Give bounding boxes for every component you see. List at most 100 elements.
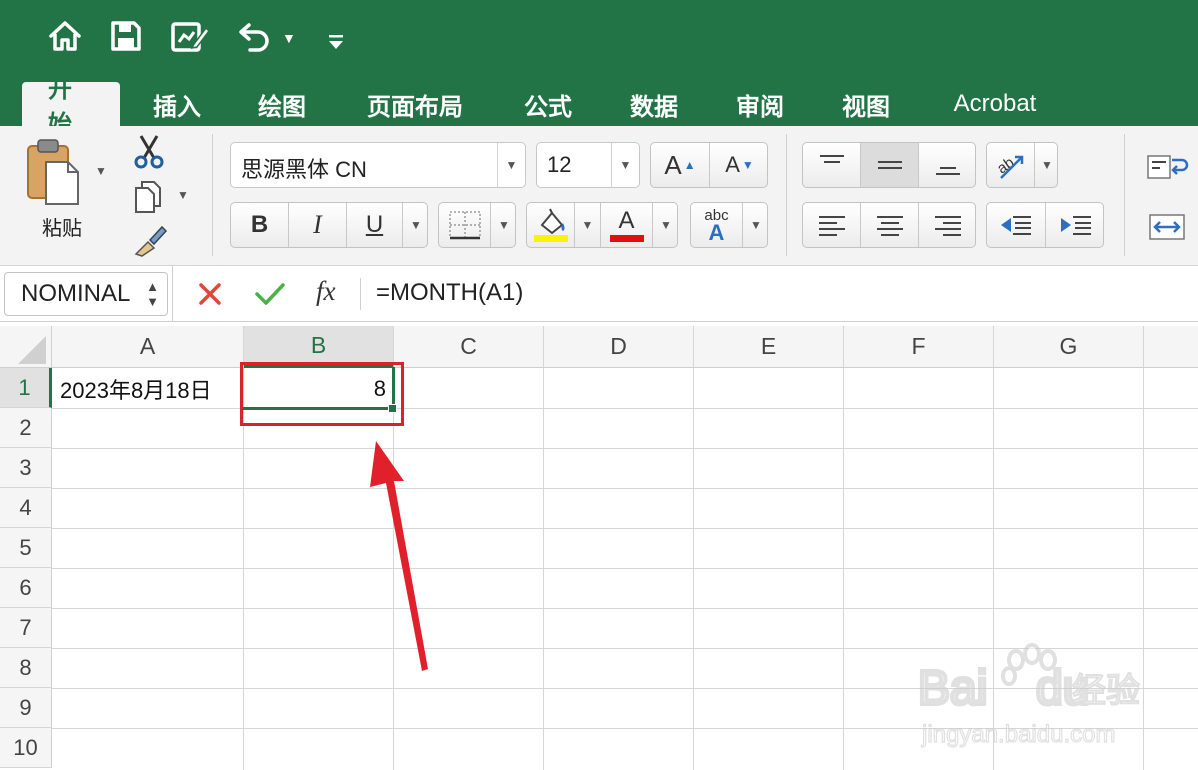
tab-insert[interactable]: 插入 <box>127 82 227 126</box>
font-size-dropdown-icon[interactable]: ▼ <box>611 143 639 187</box>
row-header-2[interactable]: 2 <box>0 408 52 448</box>
column-header-a[interactable]: A <box>52 326 244 368</box>
home-icon[interactable] <box>48 20 88 60</box>
column-header-b[interactable]: B <box>244 326 394 368</box>
fill-color-dropdown-icon[interactable]: ▼ <box>575 203 601 247</box>
format-painter-icon[interactable] <box>132 224 168 258</box>
align-middle-button[interactable] <box>861 143 919 187</box>
grid-line <box>52 488 1198 489</box>
font-name-dropdown-icon[interactable]: ▼ <box>497 143 525 187</box>
horizontal-align-group <box>802 202 976 248</box>
align-top-button[interactable] <box>803 143 861 187</box>
column-header-g[interactable]: G <box>994 326 1144 368</box>
align-middle-icon <box>877 161 902 169</box>
bold-button[interactable]: B <box>231 203 289 247</box>
column-header-e[interactable]: E <box>694 326 844 368</box>
name-box-value: NOMINAL <box>21 280 131 307</box>
borders-button[interactable] <box>439 203 491 247</box>
font-size-adjust-group: A ▲ A ▼ <box>650 142 768 188</box>
copy-dropdown-icon[interactable]: ▼ <box>177 188 189 202</box>
align-left-button[interactable] <box>803 203 861 247</box>
font-color-dropdown-icon[interactable]: ▼ <box>653 203 679 247</box>
column-header-d[interactable]: D <box>544 326 694 368</box>
increase-font-size-button[interactable]: A ▲ <box>651 143 710 187</box>
tab-draw[interactable]: 绘图 <box>232 82 332 126</box>
indent-group <box>986 202 1104 248</box>
row-header-3[interactable]: 3 <box>0 448 52 488</box>
decrease-indent-icon <box>1001 216 1031 235</box>
name-box[interactable]: NOMINAL ▲ ▼ <box>4 272 168 316</box>
orientation-button[interactable]: ab <box>987 143 1035 187</box>
row-header-label: 10 <box>13 734 38 760</box>
underline-dropdown-icon[interactable]: ▼ <box>403 203 429 247</box>
decrease-indent-button[interactable] <box>987 203 1046 247</box>
svg-text:jingyan.baidu.com: jingyan.baidu.com <box>921 721 1115 748</box>
underline-glyph: U <box>365 211 384 238</box>
vertical-align-group <box>802 142 976 188</box>
row-header-label: 2 <box>19 414 32 440</box>
paste-dropdown-icon[interactable]: ▼ <box>95 164 107 178</box>
row-header-9[interactable]: 9 <box>0 688 52 728</box>
copy-icon[interactable] <box>134 180 164 214</box>
undo-dropdown-icon[interactable]: ▼ <box>282 30 296 46</box>
save-icon[interactable] <box>110 20 150 60</box>
edit-document-icon[interactable] <box>170 20 214 60</box>
column-header-c[interactable]: C <box>394 326 544 368</box>
row-header-1[interactable]: 1 <box>0 368 52 408</box>
borders-dropdown-icon[interactable]: ▼ <box>491 203 517 247</box>
row-header-5[interactable]: 5 <box>0 528 52 568</box>
select-all-corner[interactable] <box>0 326 52 368</box>
cell-a1[interactable]: 2023年8月18日 <box>60 369 242 409</box>
shrink-font-glyph: A <box>725 152 740 177</box>
color-group: ▼ A ▼ <box>526 202 678 248</box>
row-header-6[interactable]: 6 <box>0 568 52 608</box>
insert-function-button[interactable]: fx <box>316 276 336 307</box>
increase-indent-button[interactable] <box>1046 203 1105 247</box>
paste-icon[interactable] <box>24 138 84 210</box>
column-header-f[interactable]: F <box>844 326 994 368</box>
font-size-select[interactable]: 12 ▼ <box>536 142 640 188</box>
wrap-text-button[interactable]: abc A <box>691 203 743 247</box>
align-center-button[interactable] <box>861 203 919 247</box>
column-header-h[interactable] <box>1144 326 1198 368</box>
tab-review[interactable]: 审阅 <box>710 82 810 126</box>
tab-data[interactable]: 数据 <box>604 82 704 126</box>
decrease-font-size-button[interactable]: A ▼ <box>710 143 769 187</box>
cell-b1[interactable]: 8 <box>246 369 386 409</box>
wrap-text-icon[interactable] <box>1146 152 1190 182</box>
tab-formulas[interactable]: 公式 <box>498 82 598 126</box>
tab-acrobat[interactable]: Acrobat <box>922 82 1068 126</box>
cut-icon[interactable] <box>132 134 166 170</box>
italic-button[interactable]: I <box>289 203 347 247</box>
undo-icon[interactable] <box>236 20 276 60</box>
grid-line <box>52 448 1198 449</box>
align-bottom-button[interactable] <box>919 143 977 187</box>
row-header-4[interactable]: 4 <box>0 488 52 528</box>
tab-insert-label: 插入 <box>153 93 201 121</box>
font-color-button[interactable]: A <box>601 203 653 247</box>
tab-home[interactable]: 开始 <box>22 76 120 138</box>
fill-color-button[interactable] <box>527 203 575 247</box>
ribbon-divider <box>1124 134 1125 256</box>
ribbon: ▼ 粘贴 ▼ 思源黑体 CN ▼ 12 ▼ A ▲ A ▼ B I U ▼ ▼ … <box>0 126 1198 266</box>
align-right-button[interactable] <box>919 203 977 247</box>
tab-acrobat-label: Acrobat <box>953 90 1037 117</box>
column-header-label: B <box>310 332 327 358</box>
grid-line <box>52 568 1198 569</box>
formula-input[interactable]: =MONTH(A1) <box>376 279 523 307</box>
row-header-7[interactable]: 7 <box>0 608 52 648</box>
wrap-text-dropdown-icon[interactable]: ▼ <box>743 203 769 247</box>
confirm-entry-icon[interactable] <box>252 278 288 310</box>
orientation-dropdown-icon[interactable]: ▼ <box>1035 143 1059 187</box>
cancel-entry-icon[interactable] <box>194 278 226 310</box>
underline-button[interactable]: U <box>347 203 403 247</box>
row-header-8[interactable]: 8 <box>0 648 52 688</box>
customize-toolbar-icon[interactable] <box>326 32 346 52</box>
tab-view[interactable]: 视图 <box>816 82 916 126</box>
merge-cells-icon[interactable] <box>1148 212 1192 242</box>
font-name-select[interactable]: 思源黑体 CN ▼ <box>230 142 526 188</box>
tab-page-layout[interactable]: 页面布局 <box>340 82 490 126</box>
fill-handle[interactable] <box>388 404 397 413</box>
row-header-10[interactable]: 10 <box>0 728 52 768</box>
name-box-stepper-icon[interactable]: ▲ ▼ <box>146 279 159 309</box>
